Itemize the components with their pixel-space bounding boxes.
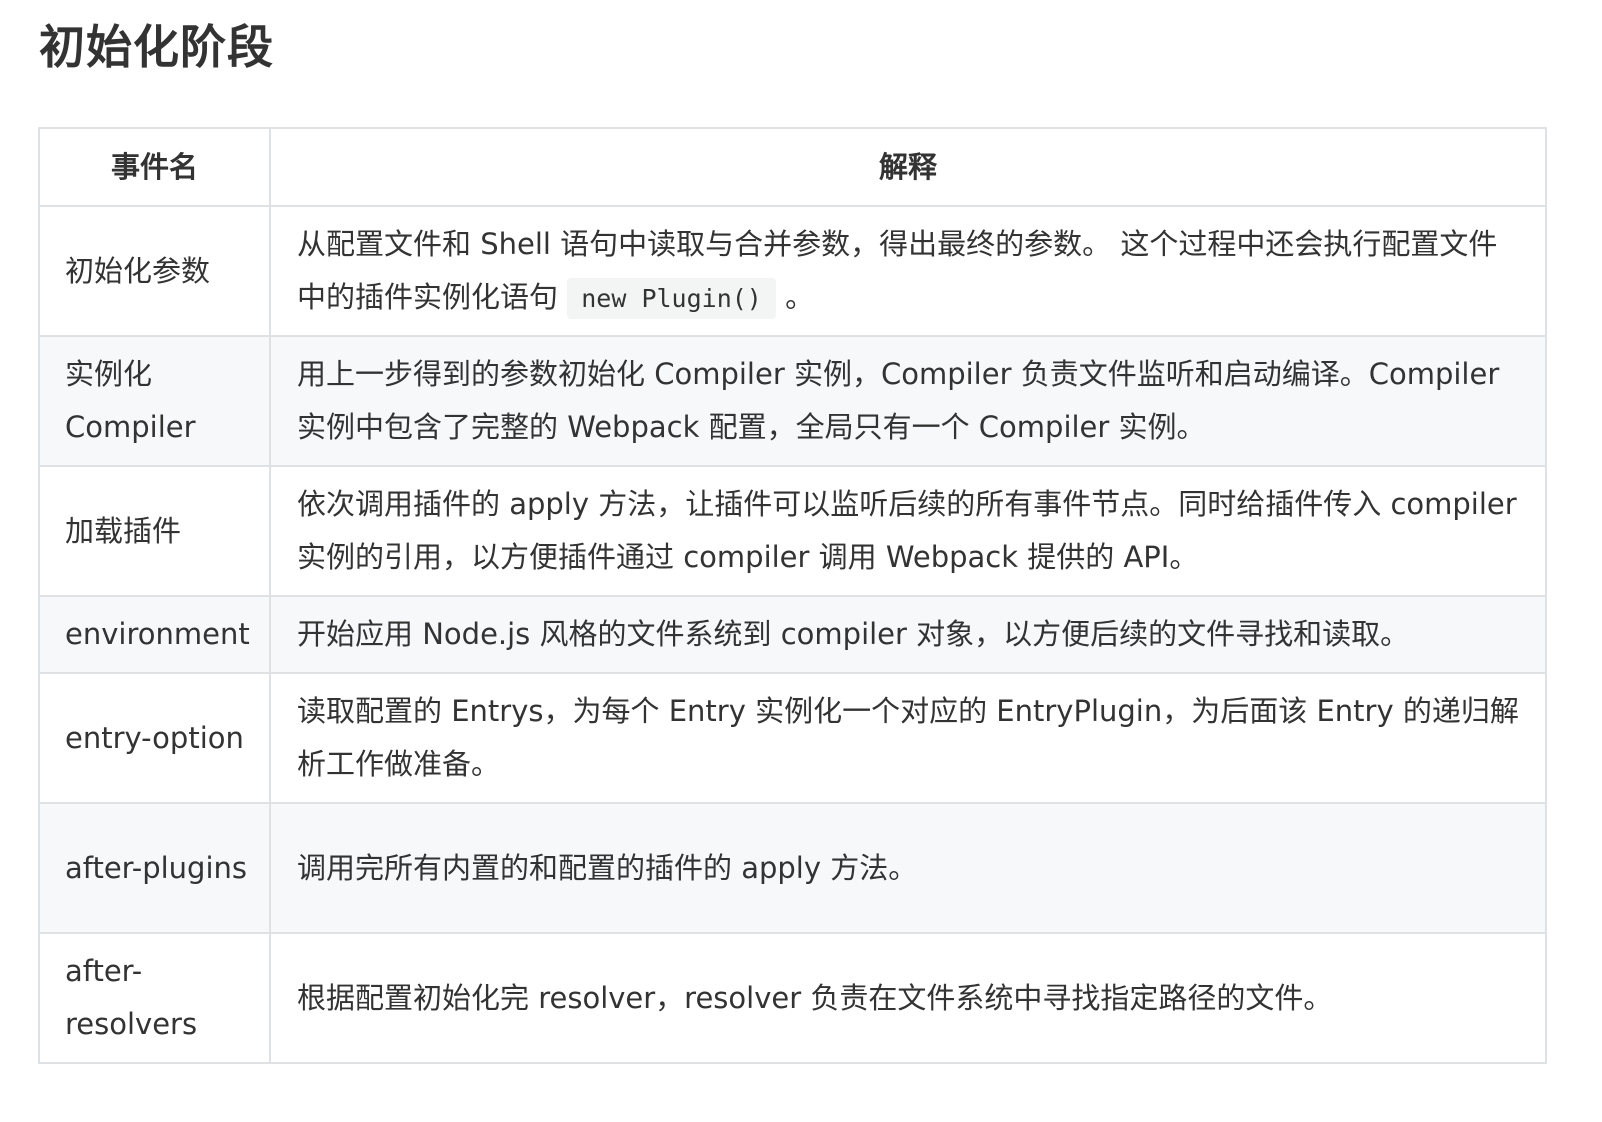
event-desc-cell: 读取配置的 Entrys，为每个 Entry 实例化一个对应的 EntryPlu… xyxy=(269,672,1547,804)
event-name-cell: 初始化参数 xyxy=(38,205,271,337)
event-name-cell: environment xyxy=(38,595,271,674)
event-desc-cell: 从配置文件和 Shell 语句中读取与合并参数，得出最终的参数。 这个过程中还会… xyxy=(269,205,1547,337)
table-row: environment 开始应用 Node.js 风格的文件系统到 compil… xyxy=(38,595,1547,674)
event-name-cell: after-plugins xyxy=(38,802,271,934)
table-row: 实例化 Compiler 用上一步得到的参数初始化 Compiler 实例，Co… xyxy=(38,335,1547,467)
event-desc-cell: 开始应用 Node.js 风格的文件系统到 compiler 对象，以方便后续的… xyxy=(269,595,1547,674)
event-name-cell: after-resolvers xyxy=(38,932,271,1064)
event-desc-text: 从配置文件和 Shell 语句中读取与合并参数，得出最终的参数。 这个过程中还会… xyxy=(297,226,1498,314)
event-desc-cell: 用上一步得到的参数初始化 Compiler 实例，Compiler 负责文件监听… xyxy=(269,335,1547,467)
header-explanation: 解释 xyxy=(269,127,1547,207)
table-row: after-resolvers 根据配置初始化完 resolver，resolv… xyxy=(38,932,1547,1064)
events-table: 事件名 解释 初始化参数 从配置文件和 Shell 语句中读取与合并参数，得出最… xyxy=(38,127,1547,1064)
table-row: 初始化参数 从配置文件和 Shell 语句中读取与合并参数，得出最终的参数。 这… xyxy=(38,205,1547,337)
event-desc-cell: 根据配置初始化完 resolver，resolver 负责在文件系统中寻找指定路… xyxy=(269,932,1547,1064)
page: 初始化阶段 事件名 解释 初始化参数 从配置文件和 Shell 语句中读取与合并… xyxy=(0,0,1602,1122)
table-header-row: 事件名 解释 xyxy=(38,127,1547,207)
table-row: after-plugins 调用完所有内置的和配置的插件的 apply 方法。 xyxy=(38,802,1547,934)
event-desc-cell: 调用完所有内置的和配置的插件的 apply 方法。 xyxy=(269,802,1547,934)
table-row: entry-option 读取配置的 Entrys，为每个 Entry 实例化一… xyxy=(38,672,1547,804)
header-event-name: 事件名 xyxy=(38,127,271,207)
inline-code: new Plugin() xyxy=(567,277,776,319)
event-desc-cell: 依次调用插件的 apply 方法，让插件可以监听后续的所有事件节点。同时给插件传… xyxy=(269,465,1547,597)
event-name-cell: entry-option xyxy=(38,672,271,804)
table-row: 加载插件 依次调用插件的 apply 方法，让插件可以监听后续的所有事件节点。同… xyxy=(38,465,1547,597)
event-name-cell: 加载插件 xyxy=(38,465,271,597)
event-name-cell: 实例化 Compiler xyxy=(38,335,271,467)
page-title: 初始化阶段 xyxy=(39,20,274,74)
event-desc-tail: 。 xyxy=(785,279,815,314)
